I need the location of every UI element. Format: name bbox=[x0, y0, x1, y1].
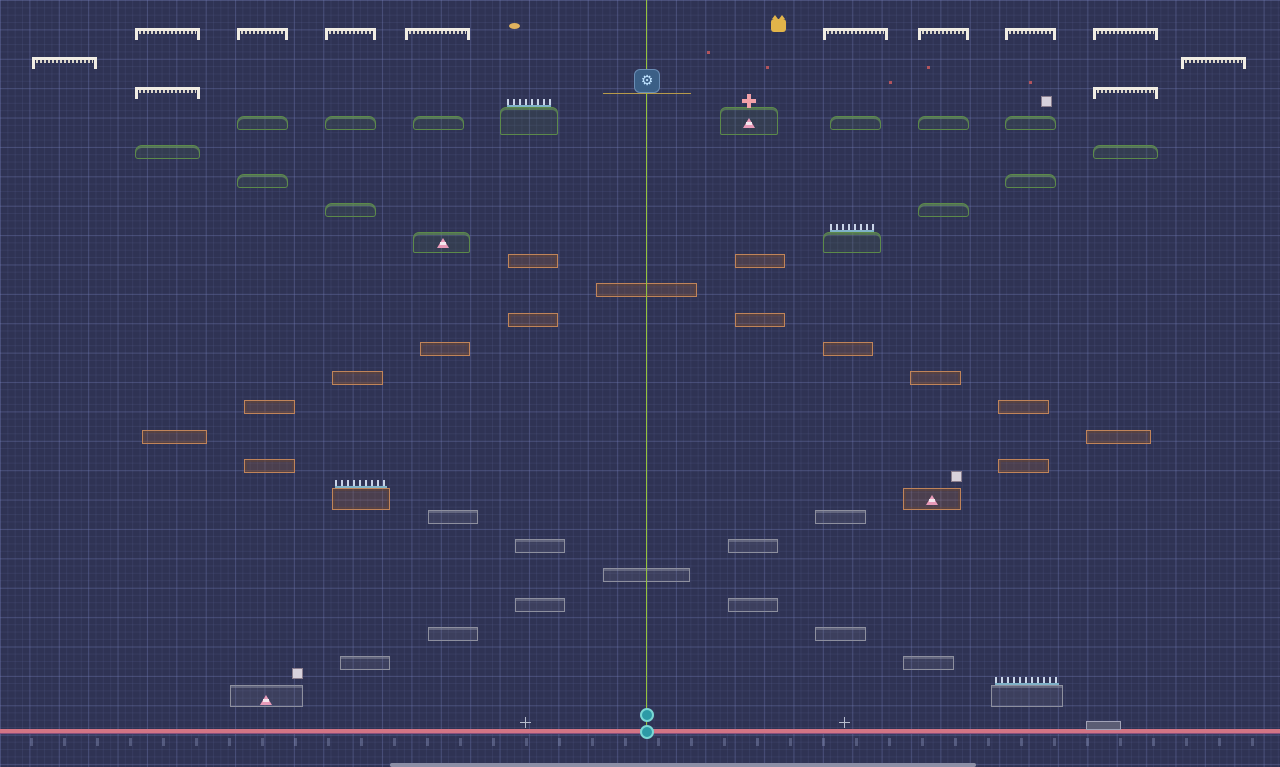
platform-orange[interactable] bbox=[508, 313, 558, 327]
platform-gray[interactable] bbox=[728, 598, 778, 612]
marker-dot bbox=[927, 66, 930, 69]
platform-green[interactable] bbox=[413, 116, 464, 130]
platform-green-large[interactable] bbox=[823, 232, 881, 253]
plus-icon[interactable] bbox=[742, 94, 756, 108]
bird-icon[interactable] bbox=[509, 23, 520, 29]
spike-row bbox=[335, 480, 387, 488]
platform-gray[interactable] bbox=[428, 510, 478, 524]
crate-icon[interactable] bbox=[951, 471, 962, 482]
platform-orange[interactable] bbox=[244, 400, 295, 414]
platform-orange[interactable] bbox=[142, 430, 207, 444]
crate-icon[interactable] bbox=[292, 668, 303, 679]
marker-dot bbox=[766, 66, 769, 69]
platform-orange[interactable] bbox=[823, 342, 873, 356]
platform-white[interactable] bbox=[1005, 28, 1056, 40]
platform-gray-large[interactable] bbox=[991, 685, 1063, 707]
level-canvas[interactable]: ⚙ bbox=[0, 0, 1280, 767]
platform-green[interactable] bbox=[830, 116, 881, 130]
platform-gray[interactable] bbox=[815, 627, 866, 641]
platform-gray[interactable] bbox=[515, 539, 565, 553]
platform-orange[interactable] bbox=[998, 400, 1049, 414]
platform-white[interactable] bbox=[918, 28, 969, 40]
platform-orange[interactable] bbox=[1086, 430, 1151, 444]
platform-white[interactable] bbox=[32, 57, 97, 69]
horizontal-scrollbar[interactable] bbox=[390, 763, 976, 767]
spiked-enemy-icon[interactable] bbox=[743, 118, 755, 128]
platform-white[interactable] bbox=[1093, 87, 1158, 99]
platform-green[interactable] bbox=[237, 116, 288, 130]
spike-row bbox=[830, 224, 874, 232]
spike-row bbox=[507, 99, 551, 107]
platform-green[interactable] bbox=[918, 116, 969, 130]
platform-white[interactable] bbox=[135, 28, 200, 40]
platform-gray[interactable] bbox=[428, 627, 478, 641]
platform-green-large[interactable] bbox=[500, 107, 558, 135]
platform-white[interactable] bbox=[1181, 57, 1246, 69]
center-guide-line bbox=[646, 0, 647, 735]
platform-green[interactable] bbox=[918, 203, 969, 217]
platform-green[interactable] bbox=[325, 116, 376, 130]
platform-orange[interactable] bbox=[735, 254, 785, 268]
platform-white[interactable] bbox=[237, 28, 288, 40]
platform-orange[interactable] bbox=[420, 342, 470, 356]
platform-gray[interactable] bbox=[515, 598, 565, 612]
platform-white[interactable] bbox=[405, 28, 470, 40]
platform-green[interactable] bbox=[1093, 145, 1158, 159]
spiked-enemy-icon[interactable] bbox=[437, 238, 449, 248]
platform-gray[interactable] bbox=[728, 539, 778, 553]
player-orb-icon[interactable] bbox=[640, 708, 654, 722]
end-block[interactable] bbox=[1086, 721, 1121, 730]
platform-gray[interactable] bbox=[340, 656, 390, 670]
platform-gray[interactable] bbox=[815, 510, 866, 524]
player-orb-icon[interactable] bbox=[640, 725, 654, 739]
spiked-enemy-icon[interactable] bbox=[926, 495, 938, 505]
gear-icon[interactable]: ⚙ bbox=[635, 70, 659, 92]
platform-white[interactable] bbox=[823, 28, 888, 40]
platform-orange[interactable] bbox=[332, 371, 383, 385]
platform-orange[interactable] bbox=[244, 459, 295, 473]
ground-ruler bbox=[0, 738, 1280, 746]
marker-dot bbox=[1029, 81, 1032, 84]
marker-dot bbox=[707, 51, 710, 54]
platform-green[interactable] bbox=[135, 145, 200, 159]
spike-row bbox=[995, 677, 1059, 685]
spawn-guide-line bbox=[603, 93, 691, 94]
platform-white[interactable] bbox=[135, 87, 200, 99]
crate-icon[interactable] bbox=[1041, 96, 1052, 107]
platform-orange[interactable] bbox=[910, 371, 961, 385]
cat-head-icon[interactable] bbox=[771, 15, 786, 32]
platform-green[interactable] bbox=[1005, 174, 1056, 188]
platform-white[interactable] bbox=[1093, 28, 1158, 40]
crosshair-icon[interactable] bbox=[520, 717, 531, 728]
platform-white[interactable] bbox=[325, 28, 376, 40]
platform-orange-large[interactable] bbox=[332, 488, 390, 510]
platform-gray[interactable] bbox=[903, 656, 954, 670]
crosshair-icon[interactable] bbox=[839, 717, 850, 728]
marker-dot bbox=[889, 81, 892, 84]
platform-orange[interactable] bbox=[508, 254, 558, 268]
spiked-enemy-icon[interactable] bbox=[260, 695, 272, 705]
platform-green[interactable] bbox=[325, 203, 376, 217]
platform-green[interactable] bbox=[237, 174, 288, 188]
platform-orange[interactable] bbox=[735, 313, 785, 327]
platform-green[interactable] bbox=[1005, 116, 1056, 130]
platform-orange[interactable] bbox=[998, 459, 1049, 473]
